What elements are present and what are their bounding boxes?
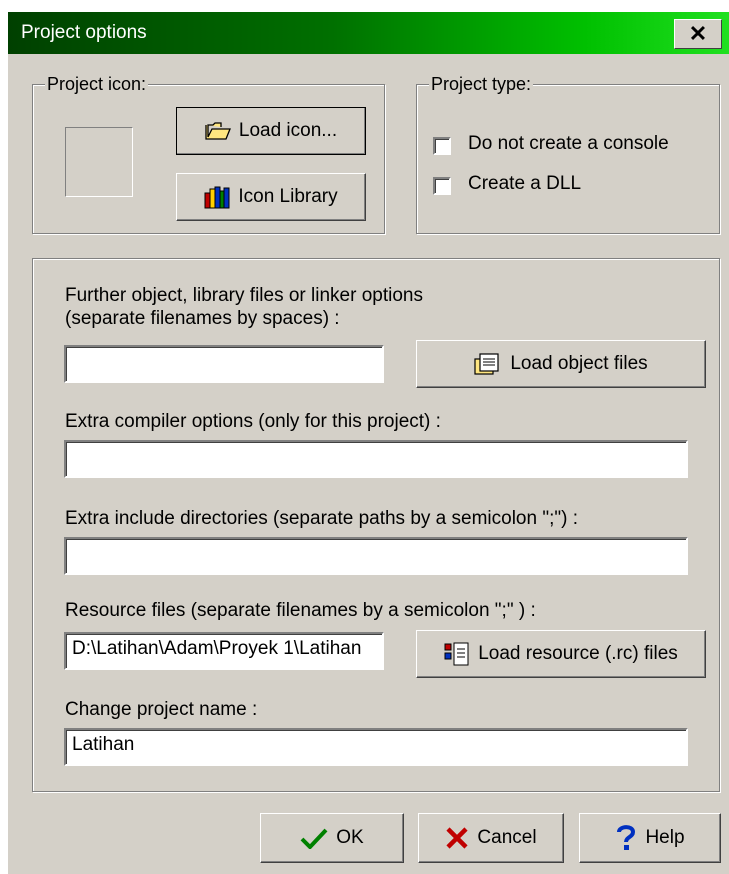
- no-console-label[interactable]: Do not create a console: [468, 133, 669, 155]
- close-button[interactable]: ✕: [674, 19, 722, 49]
- load-object-files-button[interactable]: Load object files: [416, 340, 706, 388]
- cancel-button[interactable]: Cancel: [418, 813, 564, 863]
- linker-options-label-line1: Further object, library files or linker …: [65, 285, 423, 306]
- help-button[interactable]: Help: [579, 813, 721, 863]
- document-stack-icon: [474, 352, 502, 376]
- project-name-label: Change project name :: [65, 699, 258, 720]
- load-icon-button[interactable]: Load icon...: [176, 107, 366, 155]
- project-options-dialog: Project options ✕ Project icon: Load ico…: [8, 12, 729, 874]
- cross-icon: [445, 827, 469, 849]
- check-icon: [300, 827, 328, 849]
- ok-label: OK: [336, 827, 364, 848]
- create-dll-checkbox[interactable]: [433, 177, 451, 195]
- no-console-checkbox[interactable]: [433, 137, 451, 155]
- project-icon-preview: [65, 127, 133, 197]
- window-title: Project options: [21, 22, 147, 43]
- project-name-input[interactable]: Latihan: [64, 728, 688, 766]
- compiler-options-input[interactable]: [64, 440, 688, 478]
- load-object-files-label: Load object files: [510, 353, 648, 374]
- question-mark-icon: [615, 824, 637, 852]
- project-type-group: Project type: Do not create a console Cr…: [416, 74, 720, 234]
- load-icon-label: Load icon...: [238, 120, 338, 141]
- linker-options-input[interactable]: [64, 345, 384, 383]
- cancel-label: Cancel: [477, 827, 537, 848]
- books-icon: [204, 185, 230, 209]
- resource-files-label: Resource files (separate filenames by a …: [65, 600, 536, 621]
- project-type-group-label: Project type:: [429, 74, 534, 95]
- include-directories-label: Extra include directories (separate path…: [65, 508, 578, 529]
- icon-library-button[interactable]: Icon Library: [176, 173, 366, 221]
- title-bar[interactable]: Project options ✕: [8, 12, 729, 54]
- create-dll-label[interactable]: Create a DLL: [468, 173, 581, 195]
- load-resource-files-button[interactable]: Load resource (.rc) files: [416, 630, 706, 678]
- linker-options-label-line2: (separate filenames by spaces) :: [65, 308, 340, 329]
- close-icon: ✕: [688, 21, 708, 46]
- include-directories-input[interactable]: [64, 537, 688, 575]
- help-label: Help: [645, 827, 685, 848]
- ok-button[interactable]: OK: [260, 813, 404, 863]
- icon-library-label: Icon Library: [238, 186, 338, 207]
- resource-file-icon: [444, 641, 470, 667]
- resource-files-input[interactable]: D:\Latihan\Adam\Proyek 1\Latihan: [64, 632, 384, 670]
- project-icon-group: Project icon: Load icon... Icon Library: [32, 74, 385, 234]
- load-resource-files-label: Load resource (.rc) files: [478, 643, 678, 664]
- folder-open-icon: [205, 121, 231, 141]
- compiler-options-label: Extra compiler options (only for this pr…: [65, 411, 441, 432]
- project-icon-group-label: Project icon:: [45, 74, 149, 95]
